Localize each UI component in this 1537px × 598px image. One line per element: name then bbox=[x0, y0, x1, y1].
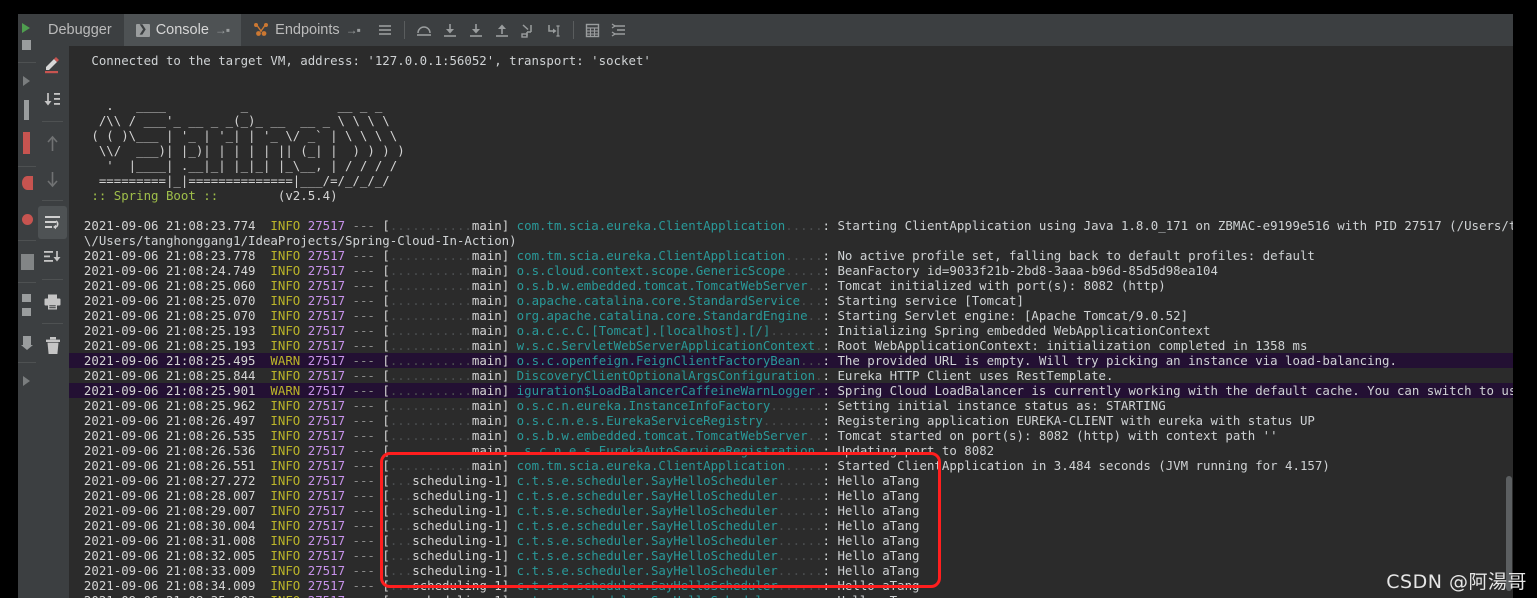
tab-debugger[interactable]: Debugger bbox=[36, 14, 124, 46]
step-into-button[interactable] bbox=[437, 14, 463, 46]
divider bbox=[18, 240, 36, 241]
console-icon: ❯ bbox=[135, 23, 150, 37]
tab-endpoints[interactable]: Endpoints →▪ bbox=[241, 14, 372, 46]
tab-console-pin-icon[interactable]: →▪ bbox=[215, 23, 230, 37]
step-out-button[interactable] bbox=[489, 14, 515, 46]
settings-strip-icon[interactable] bbox=[22, 294, 31, 302]
watermark: CSDN @阿湯哥 bbox=[1386, 571, 1527, 593]
down-button[interactable] bbox=[36, 162, 69, 195]
divider bbox=[42, 200, 63, 201]
console-side-toolbar bbox=[36, 46, 69, 598]
console-log-line: 2021-09-06 21:08:26.497 INFO 27517 --- [… bbox=[69, 413, 1315, 428]
console-log-line: 2021-09-06 21:08:32.005 INFO 27517 --- [… bbox=[69, 548, 920, 563]
toolbar-divider-2 bbox=[572, 21, 574, 39]
console-log-line: 2021-09-06 21:08:25.495 WARN 27517 --- [… bbox=[69, 353, 1513, 368]
divider bbox=[18, 282, 36, 283]
mute-breakpoints-icon[interactable] bbox=[18, 176, 36, 194]
print-button[interactable] bbox=[36, 285, 69, 318]
settings-button[interactable] bbox=[606, 14, 632, 46]
console-connect-line: Connected to the target VM, address: '12… bbox=[69, 53, 651, 68]
pin-tab-icon[interactable] bbox=[18, 336, 36, 350]
layout-icon[interactable] bbox=[21, 254, 34, 270]
evaluate-expression-button[interactable] bbox=[580, 14, 606, 46]
toggle-soft-wrap-button[interactable] bbox=[36, 48, 69, 81]
console-log-line: 2021-09-06 21:08:33.009 INFO 27517 --- [… bbox=[69, 563, 920, 578]
console-log-line: 2021-09-06 21:08:25.962 INFO 27517 --- [… bbox=[69, 398, 1166, 413]
divider bbox=[42, 121, 63, 122]
divider bbox=[18, 362, 36, 363]
divider bbox=[18, 62, 36, 63]
console-log-line: 2021-09-06 21:08:35.003 INFO 27517 --- [… bbox=[69, 593, 1513, 598]
scroll-to-bottom-button[interactable] bbox=[36, 241, 69, 274]
tab-bar: Debugger ❯ Console →▪ Endpoints →▪ bbox=[36, 14, 1513, 46]
console-log-line: 2021-09-06 21:08:30.004 INFO 27517 --- [… bbox=[69, 518, 920, 533]
force-step-into-button[interactable] bbox=[463, 14, 489, 46]
run-to-cursor-button[interactable] bbox=[541, 14, 567, 46]
console-log-line: 2021-09-06 21:08:26.535 INFO 27517 --- [… bbox=[69, 428, 1278, 443]
resume-program-icon[interactable] bbox=[18, 22, 36, 34]
console-log-line: \/Users/tanghonggang1/IdeaProjects/Sprin… bbox=[69, 233, 517, 248]
soft-wrap-toggle-button[interactable] bbox=[38, 206, 67, 239]
settings-strip-icon-2[interactable] bbox=[22, 308, 31, 316]
spring-banner-line-1: /\\ / ___'_ __ _ _(_)_ __ __ _ \ \ \ \ bbox=[69, 113, 390, 128]
console-log-line: 2021-09-06 21:08:23.778 INFO 27517 --- [… bbox=[69, 248, 1315, 263]
scroll-to-end-button[interactable] bbox=[36, 83, 69, 116]
console-log-line: 2021-09-06 21:08:23.774 INFO 27517 --- [… bbox=[69, 218, 1513, 233]
drop-frame-button[interactable] bbox=[515, 14, 541, 46]
console-log-line: 2021-09-06 21:08:25.060 INFO 27517 --- [… bbox=[69, 278, 1166, 293]
console-log-line: 2021-09-06 21:08:31.008 INFO 27517 --- [… bbox=[69, 533, 920, 548]
console-log-line: 2021-09-06 21:08:29.007 INFO 27517 --- [… bbox=[69, 503, 920, 518]
console-log-line: 2021-09-06 21:08:25.193 INFO 27517 --- [… bbox=[69, 338, 1308, 353]
spring-banner-line-3: \\/ ___)| |_)| | | | | || (_| | ) ) ) ) bbox=[69, 143, 405, 158]
clear-all-button[interactable] bbox=[36, 329, 69, 362]
spring-banner-line-5: =========|_|==============|___/=/_/_/_/ bbox=[69, 173, 390, 188]
up-button[interactable] bbox=[36, 127, 69, 160]
spring-banner-footer: :: Spring Boot :: (v2.5.4) bbox=[69, 188, 338, 203]
console-log-line: 2021-09-06 21:08:25.070 INFO 27517 --- [… bbox=[69, 293, 1024, 308]
breakpoint-bar-icon[interactable] bbox=[23, 132, 30, 154]
console-spacer bbox=[69, 83, 1513, 98]
console-output[interactable]: Connected to the target VM, address: '12… bbox=[69, 46, 1513, 598]
step-marker-icon[interactable] bbox=[18, 76, 36, 86]
pause-icon[interactable] bbox=[24, 100, 29, 120]
console-spacer bbox=[69, 68, 1513, 83]
console-log-line: 2021-09-06 21:08:26.536 INFO 27517 --- [… bbox=[69, 443, 995, 458]
console-log-line: 2021-09-06 21:08:25.844 INFO 27517 --- [… bbox=[69, 368, 1114, 383]
tab-endpoints-label: Endpoints bbox=[275, 22, 340, 38]
tab-console-label: Console bbox=[155, 22, 209, 38]
debug-tool-window: Debugger ❯ Console →▪ Endpoints →▪ Conne… bbox=[36, 14, 1513, 598]
console-vertical-scrollbar[interactable] bbox=[1505, 46, 1513, 598]
console-log-line: 2021-09-06 21:08:24.749 INFO 27517 --- [… bbox=[69, 263, 1218, 278]
console-log-line: 2021-09-06 21:08:25.901 WARN 27517 --- [… bbox=[69, 383, 1513, 398]
spring-banner-line-2: ( ( )\___ | '_ | '_| | '_ \/ _` | \ \ \ … bbox=[69, 128, 398, 143]
console-log-line: 2021-09-06 21:08:28.007 INFO 27517 --- [… bbox=[69, 488, 920, 503]
divider bbox=[42, 279, 63, 280]
soft-wrap-button[interactable] bbox=[372, 14, 398, 46]
console-log-line: 2021-09-06 21:08:26.551 INFO 27517 --- [… bbox=[69, 458, 1330, 473]
console-spacer bbox=[69, 203, 1513, 218]
console-log-line: 2021-09-06 21:08:27.272 INFO 27517 --- [… bbox=[69, 473, 920, 488]
view-breakpoints-icon[interactable] bbox=[18, 210, 36, 228]
tab-debugger-label: Debugger bbox=[48, 22, 112, 38]
step-over-button[interactable] bbox=[411, 14, 437, 46]
stop-icon[interactable] bbox=[22, 40, 31, 50]
run-gutter-strip bbox=[18, 14, 36, 598]
tab-endpoints-pin-icon[interactable]: →▪ bbox=[346, 23, 361, 37]
toolbar-divider-1 bbox=[403, 21, 405, 39]
screenshot-root: Debugger ❯ Console →▪ Endpoints →▪ Conne… bbox=[0, 0, 1537, 598]
expand-icon[interactable] bbox=[18, 376, 36, 386]
console-spacer bbox=[69, 46, 1513, 53]
divider bbox=[18, 166, 36, 167]
console-log-line: 2021-09-06 21:08:34.009 INFO 27517 --- [… bbox=[69, 578, 920, 593]
console-log-line: 2021-09-06 21:08:25.070 INFO 27517 --- [… bbox=[69, 308, 1189, 323]
tab-console[interactable]: ❯ Console →▪ bbox=[123, 14, 242, 46]
spring-banner-line-0: . ____ _ __ _ _ bbox=[69, 98, 383, 113]
console-log-line: 2021-09-06 21:08:25.193 INFO 27517 --- [… bbox=[69, 323, 1211, 338]
spring-banner-line-4: ' |____| .__|_| |_|_| |_\__, | / / / / bbox=[69, 158, 398, 173]
endpoints-icon bbox=[253, 23, 269, 37]
divider bbox=[42, 323, 63, 324]
